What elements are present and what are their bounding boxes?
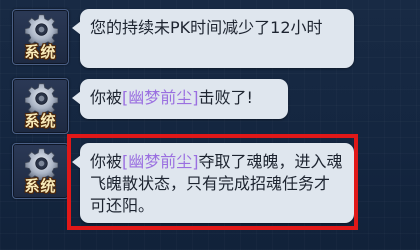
- system-avatar[interactable]: 系统: [12, 9, 69, 65]
- message-prefix: 你被: [90, 88, 123, 107]
- player-name-link[interactable]: [幽梦前尘]: [122, 152, 199, 171]
- message-suffix: 击败了!: [198, 88, 253, 107]
- system-avatar[interactable]: 系统: [12, 78, 69, 134]
- message-text: 您的持续未PK时间减少了12小时: [90, 18, 323, 37]
- message-bubble: 您的持续未PK时间减少了12小时: [72, 9, 354, 68]
- system-avatar-label: 系统: [24, 177, 57, 195]
- system-avatar-label: 系统: [24, 43, 57, 61]
- message-bubble: 你被[幽梦前尘]击败了!: [72, 79, 288, 119]
- message-bubble: 你被[幽梦前尘]夺取了魂魄，进入魂飞魄散状态，只有完成招魂任务才可还阳。: [72, 143, 354, 223]
- message-prefix: 你被: [90, 152, 123, 171]
- player-name-link[interactable]: [幽梦前尘]: [122, 88, 199, 107]
- system-avatar[interactable]: 系统: [12, 143, 69, 199]
- system-avatar-label: 系统: [24, 112, 57, 130]
